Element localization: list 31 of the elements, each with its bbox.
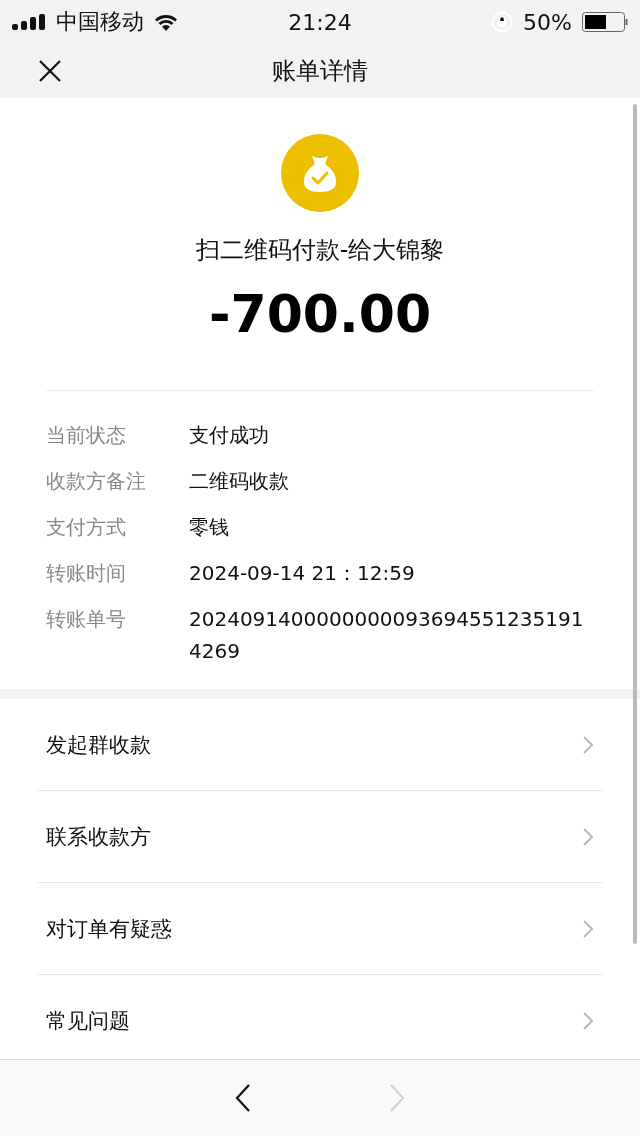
- forward-icon: [389, 1084, 405, 1112]
- payment-amount: -700.00: [208, 284, 432, 344]
- detail-label: 支付方式: [46, 514, 127, 541]
- detail-value: 支付成功: [189, 422, 270, 449]
- back-icon: [235, 1084, 251, 1112]
- detail-label: 转账时间: [46, 560, 127, 587]
- chevron-icon: [582, 826, 594, 847]
- page-title: 账单详情: [272, 56, 368, 87]
- battery-icon: [582, 12, 628, 32]
- detail-label: 转账单号: [46, 606, 127, 633]
- menu-item[interactable]: 发起群收款: [38, 699, 602, 791]
- rotation-lock-icon: [491, 11, 514, 33]
- chevron-icon: [582, 1010, 594, 1031]
- menu-item[interactable]: 对订单有疑惑: [38, 883, 602, 975]
- detail-value: 二维码收款: [189, 468, 290, 495]
- money-bag-icon: [281, 134, 359, 212]
- detail-value: 20240914000000000936945512351914269: [189, 606, 585, 665]
- menu-item[interactable]: 联系收款方: [38, 791, 602, 883]
- wifi-icon: [154, 13, 178, 31]
- clock-time: 21:24: [288, 9, 352, 35]
- payment-title: 扫二维码付款-给大锦黎: [195, 235, 445, 266]
- battery-percent: 50%: [523, 9, 572, 35]
- detail-value: 2024-09-14 21：12:59: [189, 560, 416, 587]
- chevron-icon: [582, 734, 594, 755]
- close-icon: [38, 59, 62, 83]
- signal-icon: [12, 14, 46, 30]
- chevron-icon: [582, 918, 594, 939]
- detail-value: 零钱: [189, 514, 230, 541]
- carrier-name: 中国移动: [56, 8, 144, 36]
- detail-label: 当前状态: [46, 422, 127, 449]
- detail-label: 收款方备注: [46, 468, 147, 495]
